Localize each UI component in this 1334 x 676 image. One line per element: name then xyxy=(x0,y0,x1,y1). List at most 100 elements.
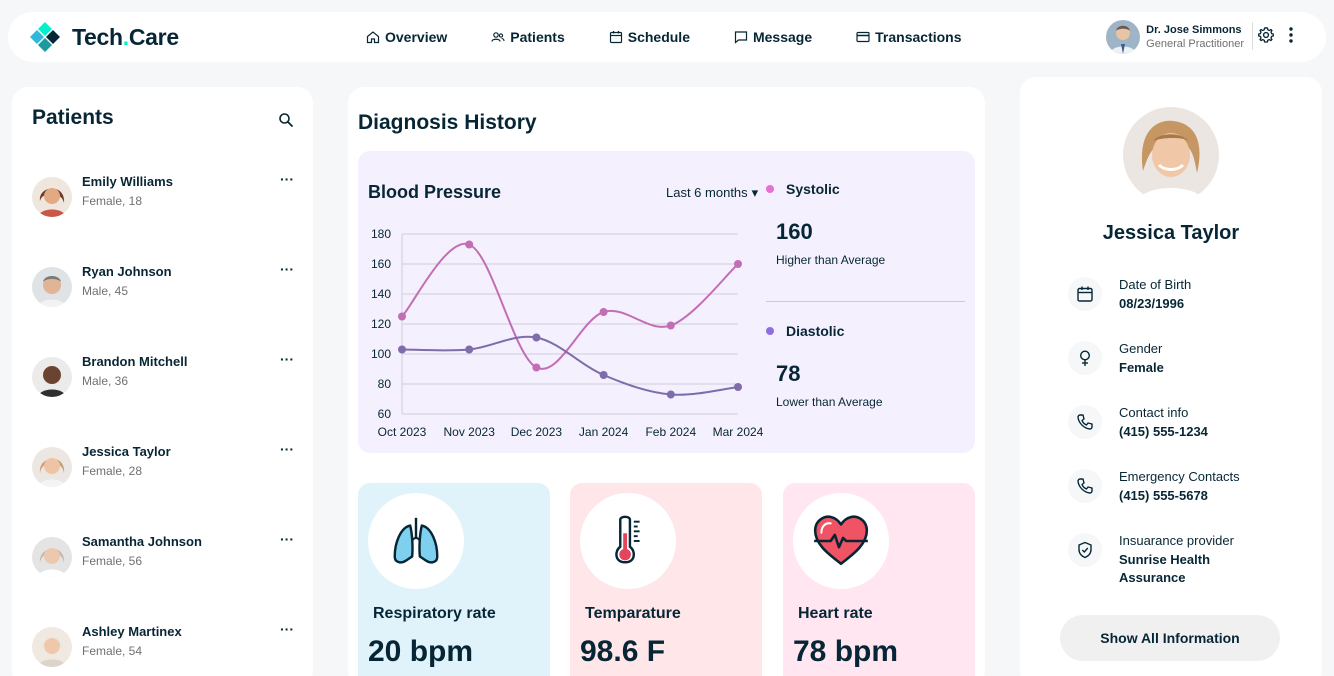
vital-value: 78 bpm xyxy=(793,635,899,668)
logo-icon xyxy=(30,22,60,52)
y-tick-label: 80 xyxy=(378,377,392,391)
respiratory-rate-card: Respiratory rate 20 bpm xyxy=(358,483,550,676)
data-point-systolic xyxy=(465,240,474,249)
systolic-dot xyxy=(766,185,774,193)
list-item[interactable]: Jessica Taylor Female, 28 ··· xyxy=(12,435,313,525)
patient-name: Samantha Johnson xyxy=(82,534,202,549)
nav-label: Transactions xyxy=(875,29,962,45)
y-tick-label: 140 xyxy=(371,287,391,301)
diastolic-dot xyxy=(766,327,774,335)
divider xyxy=(1252,22,1253,50)
list-item[interactable]: Ashley Martinex Female, 54 ··· xyxy=(12,615,313,676)
data-point-diastolic xyxy=(465,345,474,354)
patient-profile-panel: Jessica Taylor Date of Birth 08/23/1996 … xyxy=(1020,77,1322,676)
patients-panel: Patients Emily Williams Female, 18 ··· R… xyxy=(12,87,313,676)
y-tick-label: 120 xyxy=(371,317,391,331)
data-point-systolic xyxy=(532,363,541,372)
vital-value: 98.6 F xyxy=(580,635,666,668)
list-item[interactable]: Emily Williams Female, 18 ··· xyxy=(12,165,313,255)
more-icon[interactable]: ··· xyxy=(280,261,294,277)
field-value: Female xyxy=(1119,360,1164,375)
x-tick-label: Oct 2023 xyxy=(378,425,427,439)
x-tick-label: Mar 2024 xyxy=(713,425,764,439)
main-nav: Overview Patients Schedule Message Trans… xyxy=(366,12,1006,62)
x-tick-label: Dec 2023 xyxy=(511,425,563,439)
more-icon[interactable]: ··· xyxy=(280,621,294,637)
doctor-avatar xyxy=(1106,20,1141,54)
diagnosis-title: Diagnosis History xyxy=(358,111,537,134)
lungs-icon xyxy=(368,493,464,589)
search-icon[interactable] xyxy=(278,112,294,128)
trend-label: Higher than Average xyxy=(776,253,886,267)
y-tick-label: 100 xyxy=(371,347,391,361)
calendar-icon xyxy=(609,31,622,44)
heart-rate-card: Heart rate 78 bpm xyxy=(783,483,975,676)
data-point-diastolic xyxy=(734,383,742,391)
list-item[interactable]: Brandon Mitchell Male, 36 ··· xyxy=(12,345,313,435)
field-label: Emergency Contacts xyxy=(1119,469,1240,484)
nav-patients[interactable]: Patients xyxy=(491,29,565,45)
field-label: Contact info xyxy=(1119,405,1189,420)
patient-info: Male, 45 xyxy=(82,284,129,298)
more-icon[interactable]: ··· xyxy=(280,351,294,367)
y-tick-label: 60 xyxy=(378,407,392,421)
nav-overview[interactable]: Overview xyxy=(366,29,447,45)
data-point-systolic xyxy=(398,312,406,321)
show-all-information-button[interactable]: Show All Information xyxy=(1060,615,1280,661)
brand-name: Tech.Care xyxy=(72,23,179,50)
heart-icon xyxy=(793,493,889,589)
patient-info: Female, 54 xyxy=(82,644,143,658)
data-point-diastolic xyxy=(398,345,406,354)
logo[interactable]: Tech.Care xyxy=(28,20,179,54)
field-label: Gender xyxy=(1119,341,1163,356)
systolic-note: Higher than Average xyxy=(776,253,966,267)
x-tick-label: Feb 2024 xyxy=(645,425,696,439)
trend-label: Lower than Average xyxy=(776,395,883,409)
shield-icon xyxy=(1068,533,1102,567)
more-icon[interactable]: ··· xyxy=(280,171,294,187)
phone-icon xyxy=(1068,405,1102,439)
field-value: Sunrise Health Assurance xyxy=(1119,552,1211,585)
nav-label: Overview xyxy=(385,29,448,45)
female-icon xyxy=(1068,341,1102,375)
legend-label: Diastolic xyxy=(786,323,845,339)
list-item[interactable]: Ryan Johnson Male, 45 ··· xyxy=(12,255,313,345)
patient-info: Female, 56 xyxy=(82,554,143,568)
legend-label: Systolic xyxy=(786,181,840,197)
temperature-card: Temparature 98.6 F xyxy=(570,483,762,676)
avatar xyxy=(32,357,72,397)
more-icon[interactable]: ··· xyxy=(280,531,294,547)
doctor-profile[interactable]: Dr. Jose Simmons General Practitioner xyxy=(1106,20,1244,54)
list-item[interactable]: Samantha Johnson Female, 56 ··· xyxy=(12,525,313,615)
doctor-name: Dr. Jose Simmons xyxy=(1146,24,1242,36)
y-tick-label: 160 xyxy=(371,257,391,271)
users-icon xyxy=(491,32,505,42)
doctor-role: General Practitioner xyxy=(1146,38,1244,50)
patient-list: Emily Williams Female, 18 ··· Ryan Johns… xyxy=(12,165,313,676)
patients-title: Patients xyxy=(32,106,114,129)
x-tick-label: Jan 2024 xyxy=(579,425,629,439)
avatar xyxy=(32,447,72,487)
nav-label: Message xyxy=(752,29,813,45)
range-label: Last 6 months xyxy=(666,185,748,200)
more-vertical-icon[interactable] xyxy=(1282,26,1300,44)
calendar-icon xyxy=(1068,277,1102,311)
avatar xyxy=(32,537,72,577)
more-icon[interactable]: ··· xyxy=(280,441,294,457)
nav-schedule[interactable]: Schedule xyxy=(609,29,690,45)
blood-pressure-card: 60 80 100 120 140 160 180 Oct 2023 Nov 2023 Dec 2… xyxy=(358,151,975,453)
patient-info: Female, 18 xyxy=(82,194,143,208)
patient-name: Emily Williams xyxy=(82,174,173,189)
nav-transactions[interactable]: Transactions xyxy=(856,29,962,45)
chat-icon xyxy=(734,31,748,44)
credit-card-icon xyxy=(856,31,870,43)
vital-label: Heart rate xyxy=(798,605,873,622)
patient-name: Jessica Taylor xyxy=(1102,222,1240,244)
gear-icon[interactable] xyxy=(1257,26,1275,44)
diastolic-value: 78 xyxy=(776,361,801,386)
home-icon xyxy=(366,31,380,44)
phone-icon xyxy=(1068,469,1102,503)
avatar xyxy=(32,177,72,217)
range-dropdown[interactable]: Last 6 months ▾ xyxy=(666,185,758,201)
nav-message[interactable]: Message xyxy=(734,29,812,45)
